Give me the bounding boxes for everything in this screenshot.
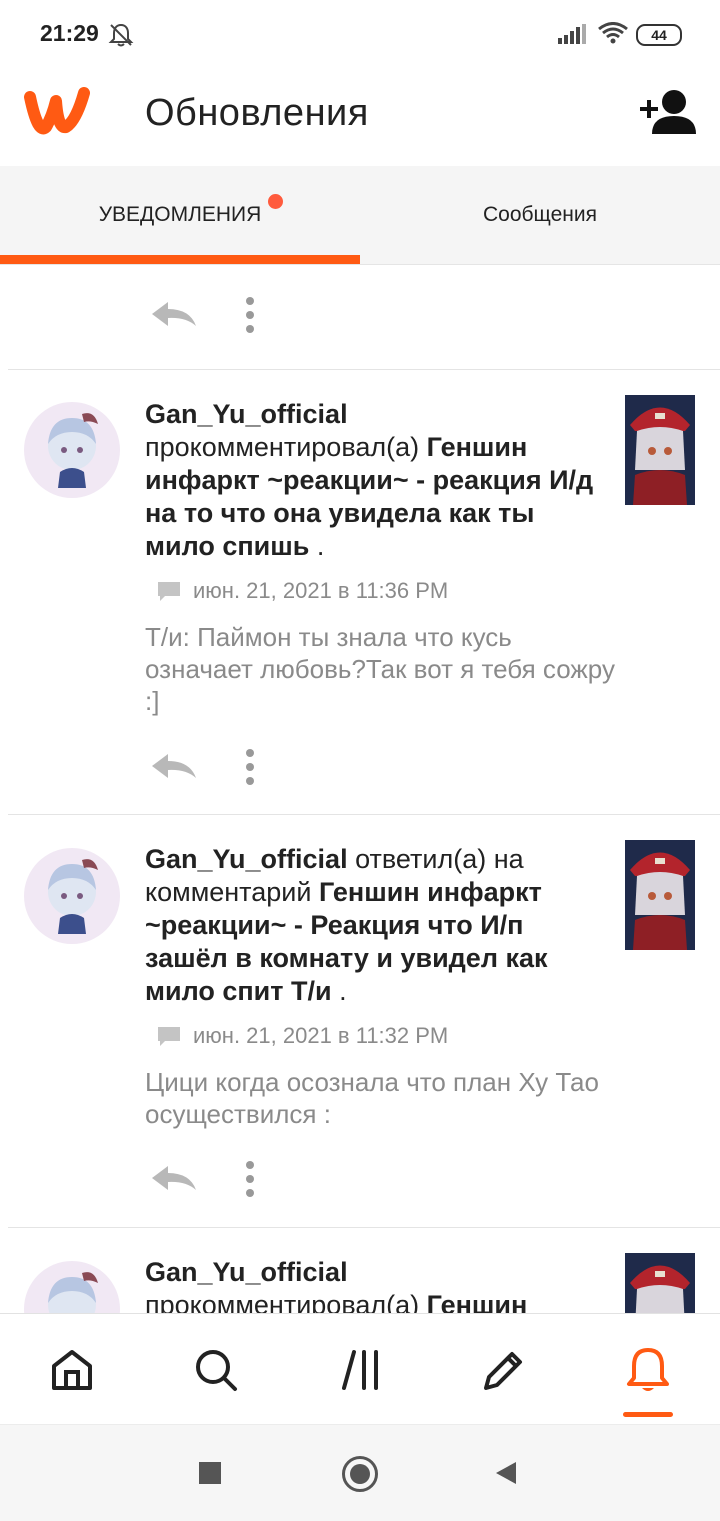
app-bar: Обновления xyxy=(0,70,720,166)
tab-notifications[interactable]: УВЕДОМЛЕНИЯ xyxy=(0,166,360,264)
comment-icon xyxy=(158,1027,180,1046)
comment-quote: Цици когда осознала что план Ху Тао осущ… xyxy=(145,1067,599,1129)
more-options-icon[interactable] xyxy=(243,748,257,786)
home-system-icon[interactable] xyxy=(342,1456,378,1492)
timestamp: июн. 21, 2021 в 11:32 PM xyxy=(193,1023,449,1048)
tab-messages[interactable]: Сообщения xyxy=(360,166,720,264)
reply-icon[interactable] xyxy=(150,1164,198,1194)
story-cover-image xyxy=(625,1253,695,1313)
bottom-navigation xyxy=(0,1313,720,1424)
tab-messages-label: Сообщения xyxy=(483,203,597,226)
divider xyxy=(8,369,720,370)
reply-icon[interactable] xyxy=(150,752,198,782)
story-cover[interactable] xyxy=(625,1253,695,1313)
story-cover[interactable] xyxy=(625,840,695,950)
story-title[interactable]: Геншин xyxy=(427,1290,528,1313)
system-navigation-bar xyxy=(0,1424,720,1521)
story-cover-image xyxy=(625,840,695,950)
more-options-icon[interactable] xyxy=(243,296,257,334)
comment-quote: Т/и: Паймон ты знала что кусь означает л… xyxy=(145,622,615,716)
reply-icon[interactable] xyxy=(150,300,198,330)
avatar-image xyxy=(24,402,120,498)
avatar[interactable] xyxy=(24,848,120,944)
bell-off-icon xyxy=(108,23,134,47)
more-options-icon[interactable] xyxy=(243,1160,257,1198)
avatar-image xyxy=(24,1261,120,1313)
nav-search[interactable] xyxy=(166,1314,266,1424)
notification-suffix: . xyxy=(331,976,347,1006)
battery-indicator: 44 xyxy=(636,24,682,46)
notification-text: Gan_Yu_official ответил(а) на комментари… xyxy=(145,843,605,1008)
notification-text: Gan_Yu_official прокомментировал(а) Генш… xyxy=(145,398,605,563)
status-time: 21:29 xyxy=(40,20,99,46)
status-bar: 21:29 44 xyxy=(0,0,720,70)
timestamp: июн. 21, 2021 в 11:36 PM xyxy=(193,578,449,603)
username[interactable]: Gan_Yu_official xyxy=(145,1257,348,1287)
wattpad-logo-icon[interactable] xyxy=(24,87,90,135)
add-user-icon[interactable] xyxy=(638,88,698,136)
recents-icon[interactable] xyxy=(199,1462,221,1484)
notification-text: Gan_Yu_official прокомментировал(а) Генш… xyxy=(145,1256,605,1313)
wifi-icon xyxy=(598,22,628,44)
username[interactable]: Gan_Yu_official xyxy=(145,844,348,874)
active-nav-indicator xyxy=(623,1412,673,1417)
avatar[interactable] xyxy=(24,402,120,498)
nav-home[interactable] xyxy=(22,1314,122,1424)
home-icon xyxy=(52,1350,92,1390)
divider xyxy=(8,814,720,815)
tab-notifications-label: УВЕДОМЛЕНИЯ xyxy=(98,203,262,226)
avatar-image xyxy=(24,848,120,944)
nav-notifications[interactable] xyxy=(598,1314,698,1424)
story-cover-image xyxy=(625,395,695,505)
story-cover[interactable] xyxy=(625,395,695,505)
unread-dot xyxy=(268,194,283,209)
notifications-icon xyxy=(627,1348,669,1391)
notification-feed[interactable]: Gan_Yu_official прокомментировал(а) Генш… xyxy=(0,265,720,1313)
write-icon xyxy=(484,1352,522,1390)
tab-bar: УВЕДОМЛЕНИЯ Сообщения xyxy=(0,166,720,265)
page-title: Обновления xyxy=(145,92,369,134)
avatar[interactable] xyxy=(24,1261,120,1313)
search-icon xyxy=(196,1350,237,1391)
notification-action: прокомментировал(а) xyxy=(145,1290,427,1313)
back-icon[interactable] xyxy=(494,1460,518,1486)
library-icon xyxy=(342,1350,378,1390)
username[interactable]: Gan_Yu_official xyxy=(145,399,348,429)
signal-icon xyxy=(558,24,586,44)
notification-action: прокомментировал(а) xyxy=(145,432,427,462)
comment-icon xyxy=(158,582,180,601)
active-tab-indicator xyxy=(0,255,360,264)
notification-suffix: . xyxy=(309,531,325,561)
nav-write[interactable] xyxy=(454,1314,554,1424)
divider xyxy=(8,1227,720,1228)
nav-library[interactable] xyxy=(310,1314,410,1424)
